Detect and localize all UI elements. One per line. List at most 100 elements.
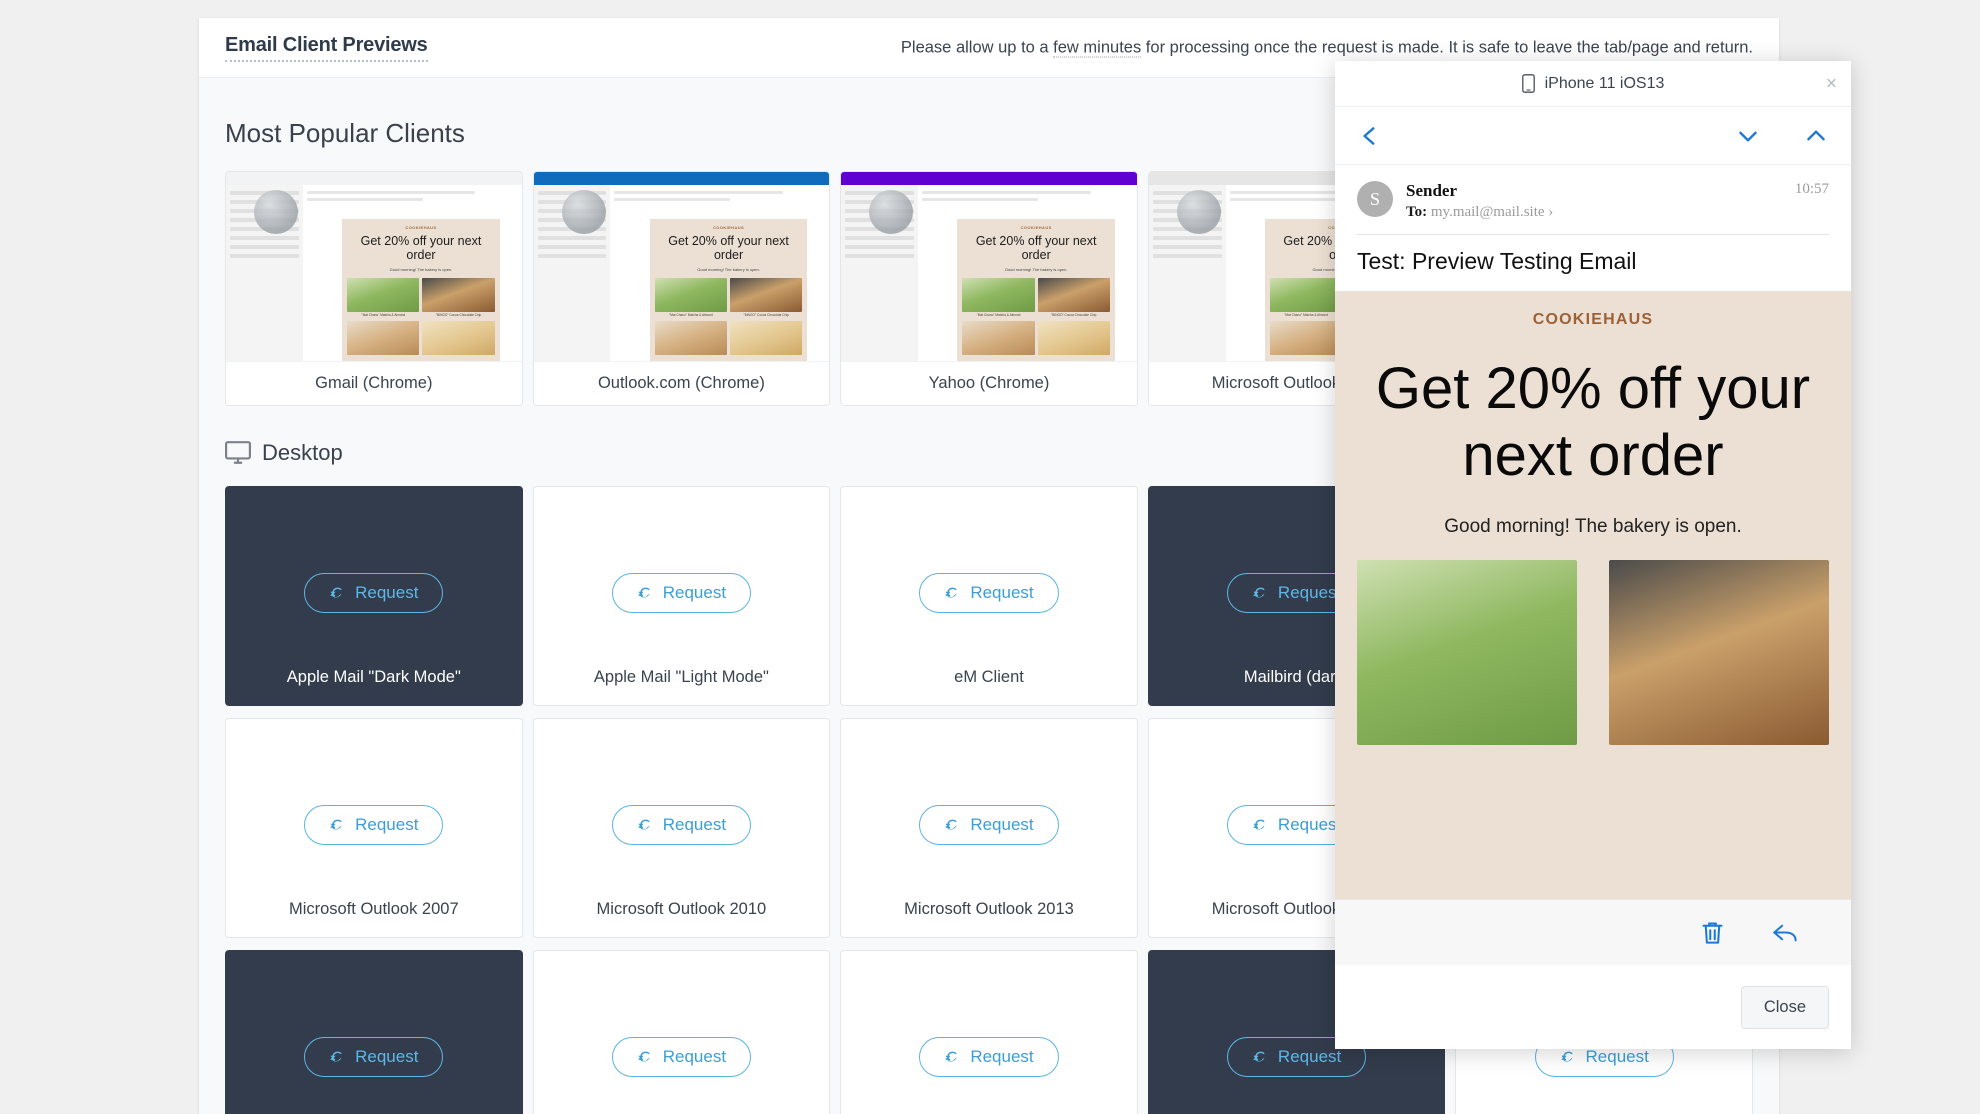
chevron-up-icon[interactable] bbox=[1803, 123, 1829, 149]
phone-icon bbox=[1521, 74, 1535, 93]
chocolate-chip-cookies-photo bbox=[1609, 559, 1829, 745]
thumb-browser-bar bbox=[226, 172, 522, 185]
preview-card[interactable]: COOKIEHAUS Get 20% off your next order G… bbox=[225, 171, 523, 406]
email-brand: COOKIEHAUS bbox=[1532, 311, 1654, 328]
snickerdoodle-cookies-photo bbox=[962, 320, 1035, 355]
request-button-label: Request bbox=[662, 583, 727, 602]
request-card-label: Microsoft Outlook 2010 bbox=[596, 900, 767, 918]
globe-icon bbox=[1176, 190, 1221, 234]
request-button[interactable]: Request bbox=[304, 573, 444, 613]
request-button[interactable]: Request bbox=[611, 573, 752, 613]
preview-card[interactable]: COOKIEHAUS Get 20% off your next order G… bbox=[840, 171, 1138, 406]
screenshot-root: Email Client Previews Please allow up to… bbox=[0, 0, 1980, 1114]
nav-right-group bbox=[1735, 123, 1829, 149]
request-button[interactable]: Request bbox=[919, 805, 1059, 845]
request-card-label: Apple Mail "Dark Mode" bbox=[286, 668, 461, 686]
request-card[interactable]: Request Apple Mail "Dark Mode" bbox=[225, 486, 523, 706]
request-card[interactable]: Request bbox=[532, 950, 831, 1114]
reply-icon[interactable] bbox=[1772, 919, 1799, 946]
request-card[interactable]: Request bbox=[225, 950, 523, 1114]
thumb-browser-bar bbox=[841, 172, 1137, 185]
email-images bbox=[1357, 559, 1829, 745]
request-button-label: Request bbox=[1277, 583, 1342, 602]
request-card-label: Microsoft Outlook 2007 bbox=[288, 900, 459, 918]
request-button[interactable]: Request bbox=[304, 805, 444, 845]
request-button-label: Request bbox=[662, 815, 727, 834]
refresh-icon bbox=[944, 585, 961, 602]
preview-modal: iPhone 11 iOS13 × S Sender To: my.mail@m… bbox=[1335, 61, 1851, 1049]
request-button[interactable]: Request bbox=[611, 805, 752, 845]
refresh-icon bbox=[1252, 585, 1269, 602]
refresh-icon bbox=[637, 585, 654, 602]
request-button-label: Request bbox=[355, 583, 419, 602]
request-button[interactable]: Request bbox=[304, 1037, 444, 1077]
refresh-icon bbox=[637, 817, 654, 834]
note-link[interactable]: few minutes bbox=[1053, 38, 1142, 57]
email-headline: Get 20% off your next order bbox=[1375, 356, 1811, 489]
refresh-icon bbox=[329, 817, 346, 834]
request-card[interactable]: Request Microsoft Outlook 2010 bbox=[532, 718, 831, 938]
chevron-right-icon[interactable]: › bbox=[1548, 204, 1553, 220]
request-button-label: Request bbox=[970, 815, 1034, 834]
mail-subject: Test: Preview Testing Email bbox=[1357, 248, 1637, 274]
trash-icon[interactable] bbox=[1699, 919, 1726, 946]
chevron-down-icon[interactable] bbox=[1735, 123, 1761, 149]
request-button-label: Request bbox=[970, 583, 1034, 602]
refresh-icon bbox=[1560, 1049, 1577, 1066]
close-icon[interactable]: × bbox=[1826, 74, 1837, 93]
refresh-icon bbox=[1252, 817, 1269, 834]
client-thumbnail: COOKIEHAUS Get 20% off your next order G… bbox=[533, 172, 830, 361]
thumb-browser-bar bbox=[533, 172, 830, 185]
matcha-cookies-photo bbox=[1357, 559, 1577, 745]
request-button-label: Request bbox=[662, 1047, 727, 1066]
preview-card[interactable]: COOKIEHAUS Get 20% off your next order G… bbox=[532, 171, 831, 406]
thumb-main: COOKIEHAUS Get 20% off your next order G… bbox=[610, 185, 830, 361]
sugar-cookies-photo bbox=[422, 320, 495, 355]
page-title: Email Client Previews bbox=[225, 34, 428, 62]
sugar-cookies-photo bbox=[1037, 320, 1110, 355]
request-button[interactable]: Request bbox=[611, 1037, 752, 1077]
request-card-label: Apple Mail "Light Mode" bbox=[593, 668, 769, 686]
request-button[interactable]: Request bbox=[919, 573, 1059, 613]
close-button[interactable]: Close bbox=[1740, 985, 1829, 1029]
note-after: for processing once the request is made.… bbox=[1141, 38, 1753, 56]
request-button-label: Request bbox=[970, 1047, 1034, 1066]
email-subtext: Good morning! The bakery is open. bbox=[1444, 515, 1742, 537]
device-name: iPhone 11 iOS13 bbox=[1544, 74, 1665, 92]
request-card[interactable]: Request bbox=[840, 950, 1138, 1114]
section-title-desktop: Desktop bbox=[262, 440, 343, 465]
sugar-cookies-photo bbox=[730, 320, 803, 355]
mail-time: 10:57 bbox=[1794, 181, 1829, 197]
modal-header: iPhone 11 iOS13 × bbox=[1335, 61, 1851, 107]
preview-card-label: Outlook.com (Chrome) bbox=[533, 361, 830, 405]
request-card[interactable]: Request Microsoft Outlook 2013 bbox=[840, 718, 1138, 938]
sender-info: Sender To: my.mail@mail.site › bbox=[1406, 181, 1782, 221]
preview-card-label: Gmail (Chrome) bbox=[226, 361, 522, 405]
matcha-cookies-photo bbox=[962, 278, 1035, 312]
thumb-main: COOKIEHAUS Get 20% off your next order G… bbox=[302, 185, 522, 361]
thumb-main: COOKIEHAUS Get 20% off your next order G… bbox=[918, 185, 1137, 361]
globe-icon bbox=[254, 190, 298, 234]
request-card[interactable]: Request Microsoft Outlook 2007 bbox=[225, 718, 523, 938]
request-button-label: Request bbox=[1277, 1047, 1342, 1066]
refresh-icon bbox=[944, 1049, 961, 1066]
globe-icon bbox=[561, 190, 606, 234]
request-button-label: Request bbox=[355, 815, 419, 834]
request-card[interactable]: Request Apple Mail "Light Mode" bbox=[532, 486, 831, 706]
device-label-wrap: iPhone 11 iOS13 bbox=[1521, 74, 1665, 93]
email-content: COOKIEHAUS Get 20% off your next order G… bbox=[1335, 291, 1851, 899]
avatar: S bbox=[1357, 181, 1393, 217]
request-button[interactable]: Request bbox=[919, 1037, 1059, 1077]
to-prefix: To: bbox=[1406, 204, 1428, 220]
recipient-line[interactable]: To: my.mail@mail.site › bbox=[1406, 204, 1782, 221]
request-card-label: eM Client bbox=[954, 668, 1024, 686]
mail-navigation-bar bbox=[1335, 107, 1851, 165]
chocolate-chip-cookies-photo bbox=[730, 278, 803, 312]
request-card[interactable]: Request eM Client bbox=[840, 486, 1138, 706]
request-button-label: Request bbox=[1585, 1047, 1649, 1066]
matcha-cookies-photo bbox=[347, 278, 420, 312]
request-card-label: Microsoft Outlook 2013 bbox=[904, 900, 1074, 918]
chevron-left-icon[interactable] bbox=[1357, 123, 1383, 149]
thumb-email-preview: COOKIEHAUS Get 20% off your next order G… bbox=[342, 219, 500, 361]
monitor-icon bbox=[225, 441, 251, 465]
